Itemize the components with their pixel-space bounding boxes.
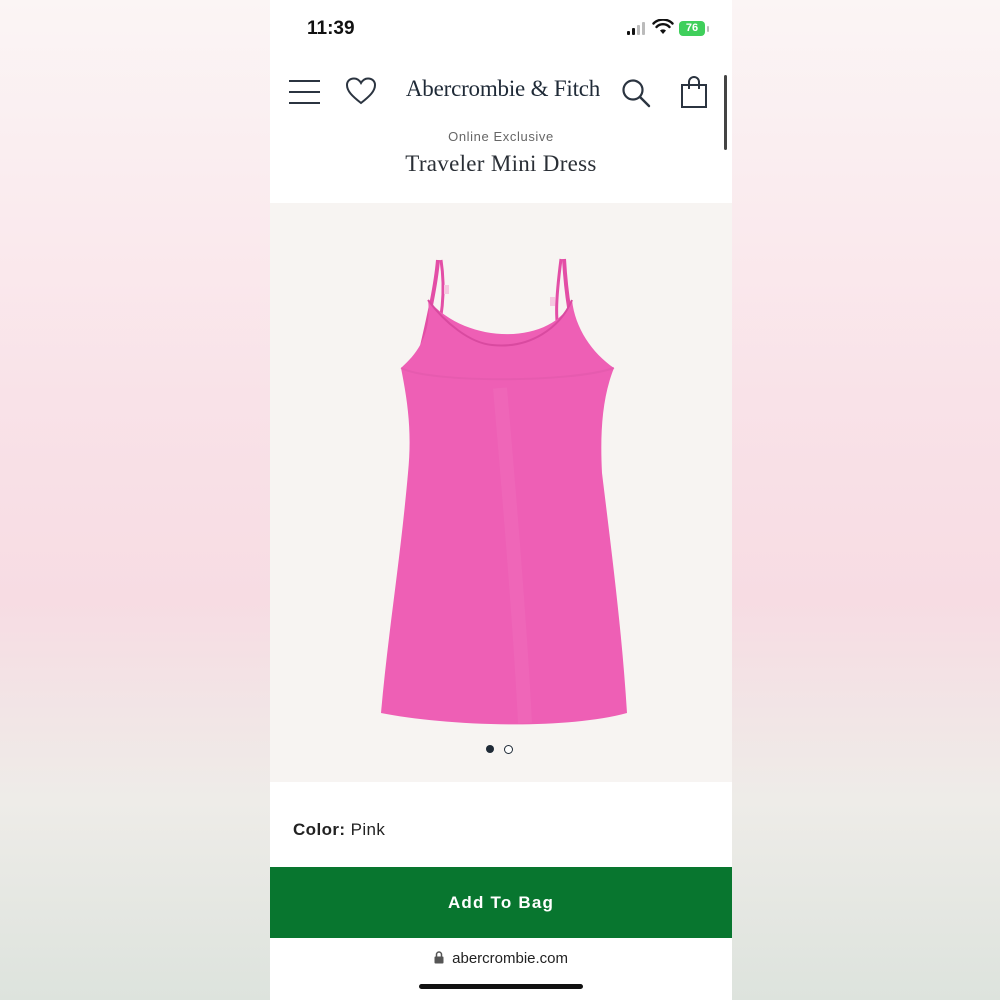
search-icon[interactable] xyxy=(621,78,651,108)
dress-image xyxy=(381,258,627,725)
carousel-dot-1[interactable] xyxy=(486,745,494,753)
product-tagline: Online Exclusive xyxy=(448,129,554,144)
cellular-signal-icon xyxy=(627,22,645,35)
url-text: abercrombie.com xyxy=(452,950,569,967)
product-image-carousel[interactable] xyxy=(270,203,732,782)
product-title: Traveler Mini Dress xyxy=(405,151,597,176)
home-indicator[interactable] xyxy=(419,984,583,989)
brand-logo[interactable]: Abercrombie & Fitch xyxy=(394,76,612,102)
color-label: Color: xyxy=(293,820,346,839)
carousel-dot-2[interactable] xyxy=(504,745,513,754)
bag-icon[interactable] xyxy=(680,75,708,109)
wifi-icon xyxy=(652,19,674,34)
background-left xyxy=(0,0,270,1000)
battery-cap xyxy=(707,26,709,32)
status-time: 11:39 xyxy=(307,18,355,39)
phone-screen: 11:39 76 Abercrombie & Fitch Online Excl… xyxy=(270,0,732,1000)
site-header: Abercrombie & Fitch xyxy=(270,58,732,128)
menu-icon[interactable] xyxy=(289,80,320,104)
color-selector: Color: Pink xyxy=(293,820,385,840)
lock-icon xyxy=(434,951,444,964)
status-bar: 11:39 76 xyxy=(0,0,1000,58)
background-right xyxy=(732,0,1000,1000)
color-value: Pink xyxy=(350,820,386,839)
carousel-pagination xyxy=(486,743,526,755)
battery-indicator: 76 xyxy=(679,21,705,36)
heart-icon[interactable] xyxy=(345,76,377,106)
add-to-bag-button[interactable]: Add To Bag xyxy=(270,867,732,938)
browser-url-bar[interactable]: abercrombie.com xyxy=(270,950,732,967)
